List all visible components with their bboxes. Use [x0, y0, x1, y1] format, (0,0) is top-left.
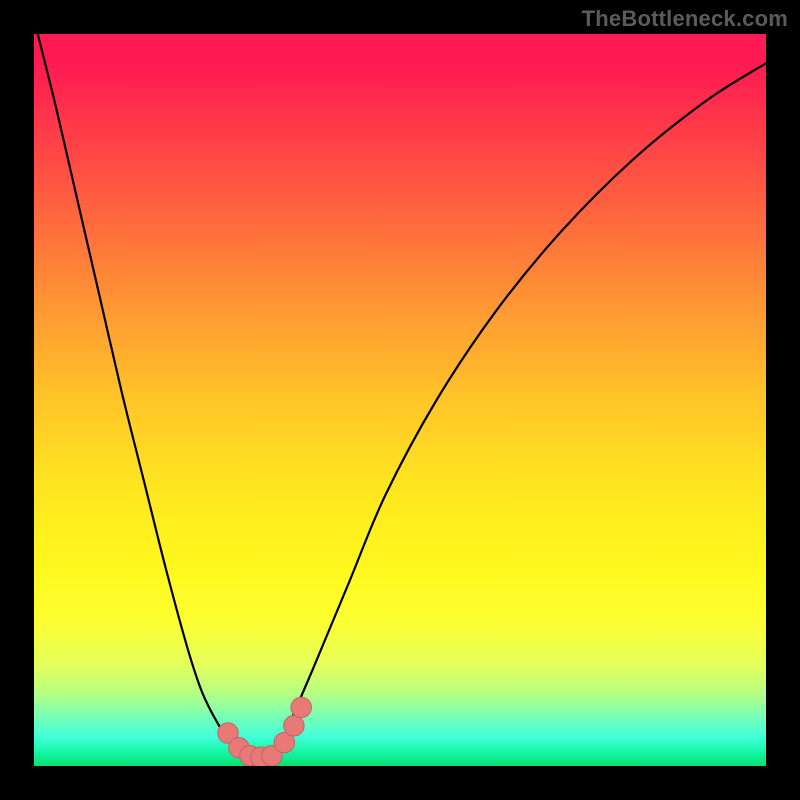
curve-svg: [34, 34, 766, 766]
marker-group: [218, 697, 312, 766]
data-marker: [291, 697, 312, 718]
watermark-text: TheBottleneck.com: [582, 6, 788, 32]
chart-frame: TheBottleneck.com: [0, 0, 800, 800]
data-marker: [284, 715, 305, 736]
bottleneck-curve: [34, 34, 766, 757]
plot-area: [34, 34, 766, 766]
